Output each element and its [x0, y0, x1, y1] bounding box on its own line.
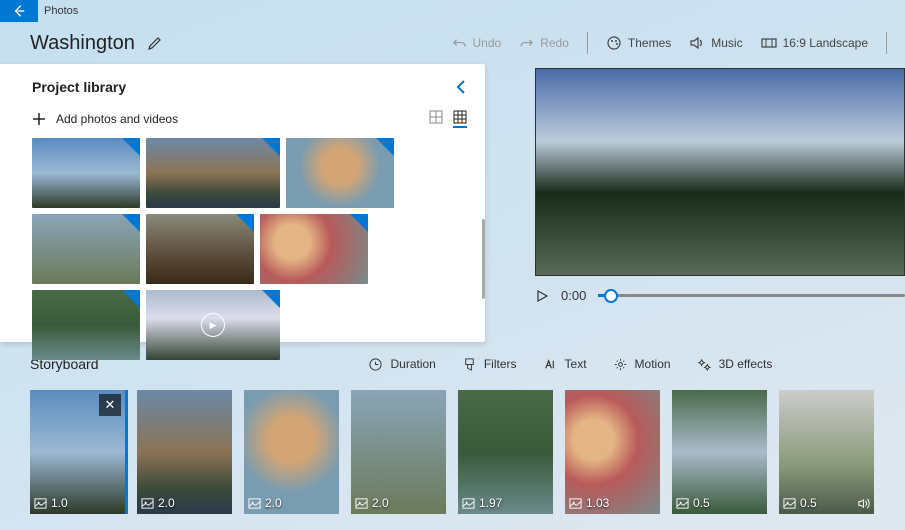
plus-icon — [32, 112, 46, 126]
themes-label: Themes — [628, 36, 671, 50]
grid-small-icon — [429, 110, 443, 124]
used-indicator — [122, 138, 140, 156]
view-small-button[interactable] — [429, 110, 443, 128]
used-indicator — [262, 138, 280, 156]
undo-icon — [452, 36, 467, 51]
storyboard-clip[interactable]: 0.5 — [779, 390, 874, 514]
image-icon — [141, 497, 154, 510]
library-thumbnail[interactable] — [32, 290, 140, 360]
clip-duration-badge: 2.0 — [355, 496, 389, 510]
project-title: Washington — [30, 32, 135, 55]
divider — [587, 32, 588, 54]
clip-duration-badge: 2.0 — [248, 496, 282, 510]
aspect-label: 16:9 Landscape — [783, 36, 868, 50]
storyboard-clip[interactable]: 1.03 — [565, 390, 660, 514]
storyboard-clip[interactable]: ✕ 1.0 — [30, 390, 125, 514]
used-indicator — [236, 214, 254, 232]
clip-duration-badge: 0.5 — [783, 496, 817, 510]
undo-button[interactable]: Undo — [452, 36, 502, 51]
used-indicator — [350, 214, 368, 232]
palette-icon — [606, 35, 622, 51]
add-media-label: Add photos and videos — [56, 112, 178, 126]
image-icon — [569, 497, 582, 510]
sparkle-icon — [697, 357, 712, 372]
add-media-button[interactable]: Add photos and videos — [32, 112, 178, 126]
speaker-icon — [689, 35, 705, 51]
header: Washington Undo Redo Themes Music 16:9 L… — [0, 22, 905, 64]
used-indicator — [376, 138, 394, 156]
preview-frame[interactable] — [535, 68, 905, 276]
view-large-button[interactable] — [453, 110, 467, 128]
clip-duration-badge: 1.0 — [34, 496, 68, 510]
image-icon — [248, 497, 261, 510]
filters-button[interactable]: Filters — [462, 357, 517, 372]
preview-area: 0:00 — [485, 64, 905, 342]
library-thumbnail[interactable] — [146, 214, 254, 284]
playback-time: 0:00 — [561, 288, 586, 303]
text-icon — [543, 357, 558, 372]
back-button[interactable] — [0, 0, 38, 22]
image-icon — [676, 497, 689, 510]
library-scrollbar[interactable] — [482, 219, 485, 299]
image-icon — [355, 497, 368, 510]
play-overlay: ▶ — [146, 290, 280, 360]
storyboard-clip[interactable]: 2.0 — [137, 390, 232, 514]
image-icon — [462, 497, 475, 510]
undo-label: Undo — [473, 36, 502, 50]
timeline-slider[interactable] — [598, 294, 905, 297]
clip-duration-badge: 0.5 — [676, 496, 710, 510]
clip-duration-badge: 2.0 — [141, 496, 175, 510]
redo-icon — [519, 36, 534, 51]
storyboard-clip[interactable]: 2.0 — [351, 390, 446, 514]
library-thumbnail[interactable] — [146, 138, 280, 208]
themes-button[interactable]: Themes — [606, 35, 671, 51]
redo-button[interactable]: Redo — [519, 36, 569, 51]
3d-effects-button[interactable]: 3D effects — [697, 357, 773, 372]
chevron-left-icon — [455, 78, 467, 96]
arrow-left-icon — [12, 4, 26, 18]
storyboard-section: Storyboard Duration Filters Text Motion … — [0, 342, 905, 514]
motion-button[interactable]: Motion — [613, 357, 671, 372]
rename-button[interactable] — [147, 35, 163, 51]
redo-label: Redo — [540, 36, 569, 50]
used-indicator — [122, 290, 140, 308]
used-indicator — [122, 214, 140, 232]
music-label: Music — [711, 36, 742, 50]
library-thumbnail[interactable] — [32, 138, 140, 208]
storyboard-clip[interactable]: 0.5 — [672, 390, 767, 514]
clip-duration-badge: 1.97 — [462, 496, 502, 510]
header-actions: Undo Redo Themes Music 16:9 Landscape — [452, 32, 887, 54]
remove-clip-button[interactable]: ✕ — [99, 394, 121, 416]
grid-large-icon — [453, 110, 467, 124]
music-button[interactable]: Music — [689, 35, 742, 51]
titlebar: Photos — [0, 0, 905, 22]
pencil-icon — [147, 35, 163, 51]
library-thumbnail[interactable] — [32, 214, 140, 284]
divider — [886, 32, 887, 54]
library-thumbnail[interactable] — [260, 214, 368, 284]
clip-duration-badge: 1.03 — [569, 496, 609, 510]
storyboard-clip[interactable]: 1.97 — [458, 390, 553, 514]
motion-icon — [613, 357, 628, 372]
library-thumbnail[interactable] — [286, 138, 394, 208]
image-icon — [34, 497, 47, 510]
play-icon — [535, 289, 549, 303]
text-button[interactable]: Text — [543, 357, 587, 372]
play-button[interactable] — [535, 289, 549, 303]
library-thumbnail[interactable]: ▶ — [146, 290, 280, 360]
sound-icon — [857, 497, 870, 510]
image-icon — [783, 497, 796, 510]
app-name: Photos — [38, 5, 78, 17]
storyboard-clip[interactable]: 2.0 — [244, 390, 339, 514]
collapse-library-button[interactable] — [455, 78, 467, 96]
aspect-button[interactable]: 16:9 Landscape — [761, 35, 868, 51]
aspect-icon — [761, 35, 777, 51]
library-title: Project library — [32, 79, 126, 95]
project-library-panel: Project library Add photos and videos ▶ — [0, 64, 485, 342]
